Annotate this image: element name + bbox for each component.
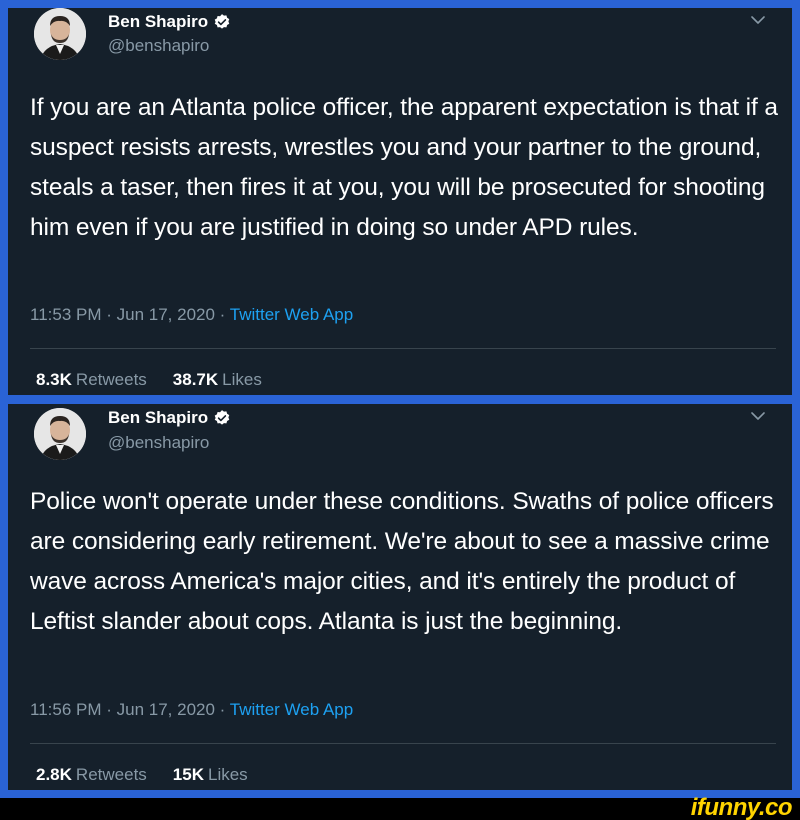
divider (30, 348, 776, 349)
tweet-meta: 11:56 PM · Jun 17, 2020 · Twitter Web Ap… (30, 700, 353, 720)
tweet-source-app[interactable]: Twitter Web App (230, 700, 353, 719)
tweet-date[interactable]: Jun 17, 2020 (117, 700, 215, 719)
meta-separator: · (214, 700, 230, 719)
meta-separator: · (101, 700, 117, 719)
author-handle[interactable]: @benshapiro (108, 433, 209, 453)
retweets-stat[interactable]: 2.8K Retweets (36, 765, 147, 785)
retweets-count: 8.3K (36, 370, 72, 389)
author-name[interactable]: Ben Shapiro (108, 12, 208, 32)
avatar[interactable] (34, 8, 86, 60)
tweet-time[interactable]: 11:56 PM (30, 700, 102, 719)
retweets-label: Retweets (75, 370, 147, 389)
chevron-down-icon[interactable] (750, 410, 766, 422)
likes-count: 38.7K (172, 370, 219, 389)
divider (30, 743, 776, 744)
verified-badge-icon (214, 14, 230, 29)
author-handle[interactable]: @benshapiro (108, 36, 209, 56)
author-name[interactable]: Ben Shapiro (108, 408, 208, 428)
likes-label: Likes (222, 370, 262, 389)
retweets-label: Retweets (75, 765, 147, 784)
avatar-image (34, 408, 86, 460)
chevron-down-icon[interactable] (750, 14, 766, 26)
meta-separator: · (214, 305, 230, 324)
tweet-card[interactable]: Ben Shapiro @benshapiro If you are an At… (8, 8, 792, 395)
likes-count: 15K (172, 765, 204, 784)
tweet-stats: 2.8K Retweets 15K Likes (36, 765, 248, 785)
avatar[interactable] (34, 408, 86, 460)
likes-stat[interactable]: 38.7K Likes (173, 370, 262, 390)
tweet-date[interactable]: Jun 17, 2020 (117, 305, 215, 324)
tweet-text: Police won't operate under these conditi… (30, 488, 774, 635)
tweet-time[interactable]: 11:53 PM (30, 305, 102, 324)
tweet-stats: 8.3K Retweets 38.7K Likes (36, 370, 262, 390)
meta-separator: · (101, 305, 117, 324)
tweet-text: If you are an Atlanta police officer, th… (30, 94, 778, 241)
tweet-source-app[interactable]: Twitter Web App (230, 305, 353, 324)
likes-stat[interactable]: 15K Likes (173, 765, 248, 785)
footer-bar (0, 798, 800, 820)
retweets-stat[interactable]: 8.3K Retweets (36, 370, 147, 390)
tweet-meta: 11:53 PM · Jun 17, 2020 · Twitter Web Ap… (30, 305, 353, 325)
watermark-logo: ifunny.co (690, 794, 793, 820)
likes-label: Likes (207, 765, 248, 784)
retweets-count: 2.8K (36, 765, 72, 784)
tweet-card[interactable]: Ben Shapiro @benshapiro Police won't ope… (8, 404, 792, 790)
avatar-image (34, 8, 86, 60)
verified-badge-icon (214, 410, 230, 425)
